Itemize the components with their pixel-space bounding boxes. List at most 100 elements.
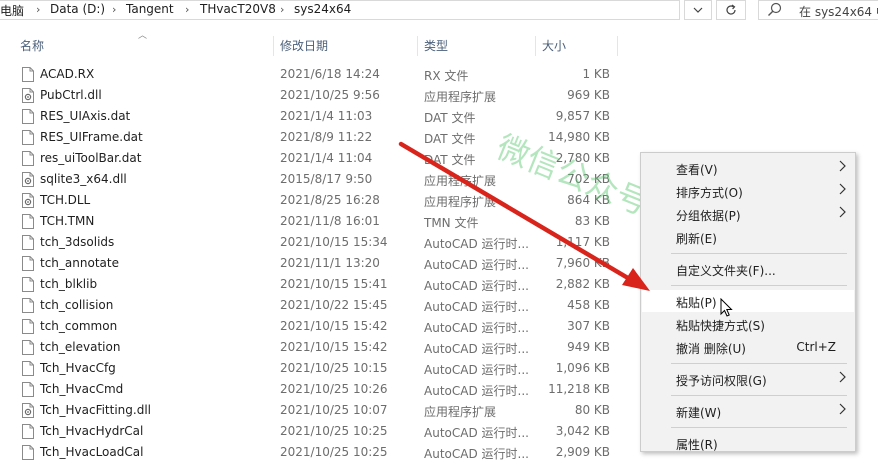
file-date: 2021/10/25 10:26 xyxy=(280,382,388,396)
file-icon xyxy=(22,340,34,355)
file-icon xyxy=(22,235,34,250)
file-name: ACAD.RX xyxy=(40,67,95,81)
file-size: 1,096 KB xyxy=(555,361,610,375)
file-row[interactable]: tch_annotate 2021/11/1 13:20 AutoCAD 运行时..… xyxy=(0,253,640,274)
file-type: AutoCAD 运行时... xyxy=(424,342,529,356)
breadcrumb[interactable]: 电脑 › Data (D:) › Tangent › THvacT20V8 › … xyxy=(0,0,680,20)
menu-item[interactable]: 分组依据(P) xyxy=(642,203,854,225)
crumb-current[interactable]: sys24x64 xyxy=(294,2,351,16)
column-name[interactable]: 名称 xyxy=(14,34,272,58)
file-row[interactable]: tch_blklib 2021/10/15 15:41 AutoCAD 运行时...… xyxy=(0,274,640,295)
file-date: 2021/1/4 11:04 xyxy=(280,151,373,165)
file-date: 2021/11/8 16:01 xyxy=(280,214,380,228)
refresh-button[interactable] xyxy=(716,0,746,20)
menu-item[interactable]: 自定义文件夹(F)... xyxy=(642,258,854,280)
file-row[interactable]: PubCtrl.dll 2021/10/25 9:56 应用程序扩展 969 KB xyxy=(0,85,640,106)
menu-item[interactable]: 粘贴(P) xyxy=(642,290,854,312)
file-row[interactable]: Tch_HvacCfg 2021/10/25 10:15 AutoCAD 运行时..… xyxy=(0,358,640,379)
file-type: AutoCAD 运行时... xyxy=(424,384,529,398)
file-type: 应用程序扩展 xyxy=(424,90,497,104)
file-type: AutoCAD 运行时... xyxy=(424,258,529,272)
file-row[interactable]: Tch_HvacCmd 2021/10/25 10:26 AutoCAD 运行时..… xyxy=(0,379,640,400)
file-row[interactable]: tch_common 2021/10/15 15:42 AutoCAD 运行时...… xyxy=(0,316,640,337)
file-row[interactable]: RES_UIFrame.dat 2021/8/9 11:22 DAT 文件 14,98… xyxy=(0,127,640,148)
crumb-thvac[interactable]: THvacT20V8 xyxy=(200,2,276,16)
column-size[interactable]: 大小 xyxy=(536,34,616,58)
dll-icon xyxy=(22,172,34,187)
file-type: DAT 文件 xyxy=(424,111,476,125)
file-row[interactable]: tch_collision 2021/10/22 15:45 AutoCAD 运行时… xyxy=(0,295,640,316)
file-row[interactable]: sqlite3_x64.dll 2015/8/17 9:50 应用程序扩展 702 K… xyxy=(0,169,640,190)
file-row[interactable]: ACAD.RX 2021/6/18 14:24 RX 文件 1 KB xyxy=(0,64,640,85)
menu-separator xyxy=(671,395,847,396)
crumb-separator-icon: › xyxy=(185,3,190,16)
file-date: 2021/1/4 11:03 xyxy=(280,109,373,123)
file-name: Tch_HvacHydrCal xyxy=(40,424,144,438)
menu-separator xyxy=(671,427,847,428)
chevron-down-icon xyxy=(693,7,703,13)
file-name: Tch_HvacFitting.dll xyxy=(40,403,151,417)
file-size: 2,780 KB xyxy=(555,151,610,165)
menu-item[interactable]: 粘贴快捷方式(S) xyxy=(642,313,854,335)
menu-item-label: 分组依据(P) xyxy=(676,209,741,223)
file-icon xyxy=(22,361,34,376)
file-size: 2,882 KB xyxy=(555,277,610,291)
file-row[interactable]: tch_3dsolids 2021/10/15 15:34 AutoCAD 运行时.… xyxy=(0,232,640,253)
file-icon xyxy=(22,214,34,229)
file-row[interactable]: res_uiToolBar.dat 2021/1/4 11:04 DAT 文件 2,7… xyxy=(0,148,640,169)
file-date: 2021/6/18 14:24 xyxy=(280,67,380,81)
file-name: tch_elevation xyxy=(40,340,121,354)
column-header: ︿ 名称 修改日期 类型 大小 xyxy=(0,31,878,58)
file-name: Tch_HvacCmd xyxy=(40,382,124,396)
dll-icon xyxy=(22,403,34,418)
file-size: 949 KB xyxy=(567,340,610,354)
file-type: AutoCAD 运行时... xyxy=(424,321,529,335)
crumb-separator-icon: › xyxy=(112,3,117,16)
menu-item[interactable]: 排序方式(O) xyxy=(642,180,854,202)
dll-icon xyxy=(22,88,34,103)
menu-separator xyxy=(671,253,847,254)
menu-item[interactable]: 撤消 删除(U) Ctrl+Z xyxy=(642,336,854,358)
menu-item-label: 新建(W) xyxy=(676,406,722,420)
menu-item[interactable]: 属性(R) xyxy=(642,432,854,454)
menu-item[interactable]: 刷新(E) xyxy=(642,226,854,248)
menu-item-shortcut: Ctrl+Z xyxy=(796,340,836,354)
submenu-arrow-icon xyxy=(839,206,846,221)
mouse-cursor-icon xyxy=(720,298,733,317)
file-name: RES_UIAxis.dat xyxy=(40,109,131,123)
file-icon xyxy=(22,151,34,166)
file-date: 2021/10/15 15:41 xyxy=(280,277,388,291)
file-icon xyxy=(22,424,34,439)
file-icon xyxy=(22,109,34,124)
column-date[interactable]: 修改日期 xyxy=(274,34,416,58)
menu-item[interactable]: 查看(V) xyxy=(642,157,854,179)
file-row[interactable]: Tch_HvacHydrCal 2021/10/25 10:25 AutoCAD 运… xyxy=(0,421,640,442)
file-type: DAT 文件 xyxy=(424,153,476,167)
file-size: 83 KB xyxy=(574,214,610,228)
crumb-drive[interactable]: Data (D:) xyxy=(50,2,105,16)
file-date: 2021/10/25 10:07 xyxy=(280,403,388,417)
crumb-tangent[interactable]: Tangent xyxy=(126,2,174,16)
file-icon xyxy=(22,319,34,334)
file-name: TCH.DLL xyxy=(40,193,91,207)
crumb-separator-icon: › xyxy=(36,3,41,16)
menu-item[interactable]: 新建(W) xyxy=(642,400,854,422)
file-row[interactable]: tch_elevation 2021/10/15 15:42 AutoCAD 运行时… xyxy=(0,337,640,358)
crumb-computer[interactable]: 电脑 xyxy=(0,2,24,19)
file-row[interactable]: Tch_HvacFitting.dll 2021/10/25 10:07 应用程序扩… xyxy=(0,400,640,421)
search-input[interactable]: 在 sys24x64 中 xyxy=(758,0,878,20)
search-icon xyxy=(768,2,782,16)
file-row[interactable]: RES_UIAxis.dat 2021/1/4 11:03 DAT 文件 9,857 … xyxy=(0,106,640,127)
column-type[interactable]: 类型 xyxy=(418,34,534,58)
history-dropdown-button[interactable] xyxy=(684,0,712,20)
file-row[interactable]: Tch_HvacLoadCal 2021/10/25 10:25 AutoCAD 运… xyxy=(0,442,640,463)
file-date: 2021/10/25 10:25 xyxy=(280,445,388,459)
menu-item[interactable]: 授予访问权限(G) xyxy=(642,368,854,390)
menu-item-label: 属性(R) xyxy=(676,438,718,452)
file-row[interactable]: TCH.TMN 2021/11/8 16:01 TMN 文件 83 KB xyxy=(0,211,640,232)
file-icon xyxy=(22,382,34,397)
column-divider[interactable] xyxy=(617,36,618,56)
file-row[interactable]: TCH.DLL 2021/8/25 16:28 应用程序扩展 864 KB xyxy=(0,190,640,211)
file-date: 2021/10/15 15:42 xyxy=(280,340,388,354)
file-type: RX 文件 xyxy=(424,69,469,83)
